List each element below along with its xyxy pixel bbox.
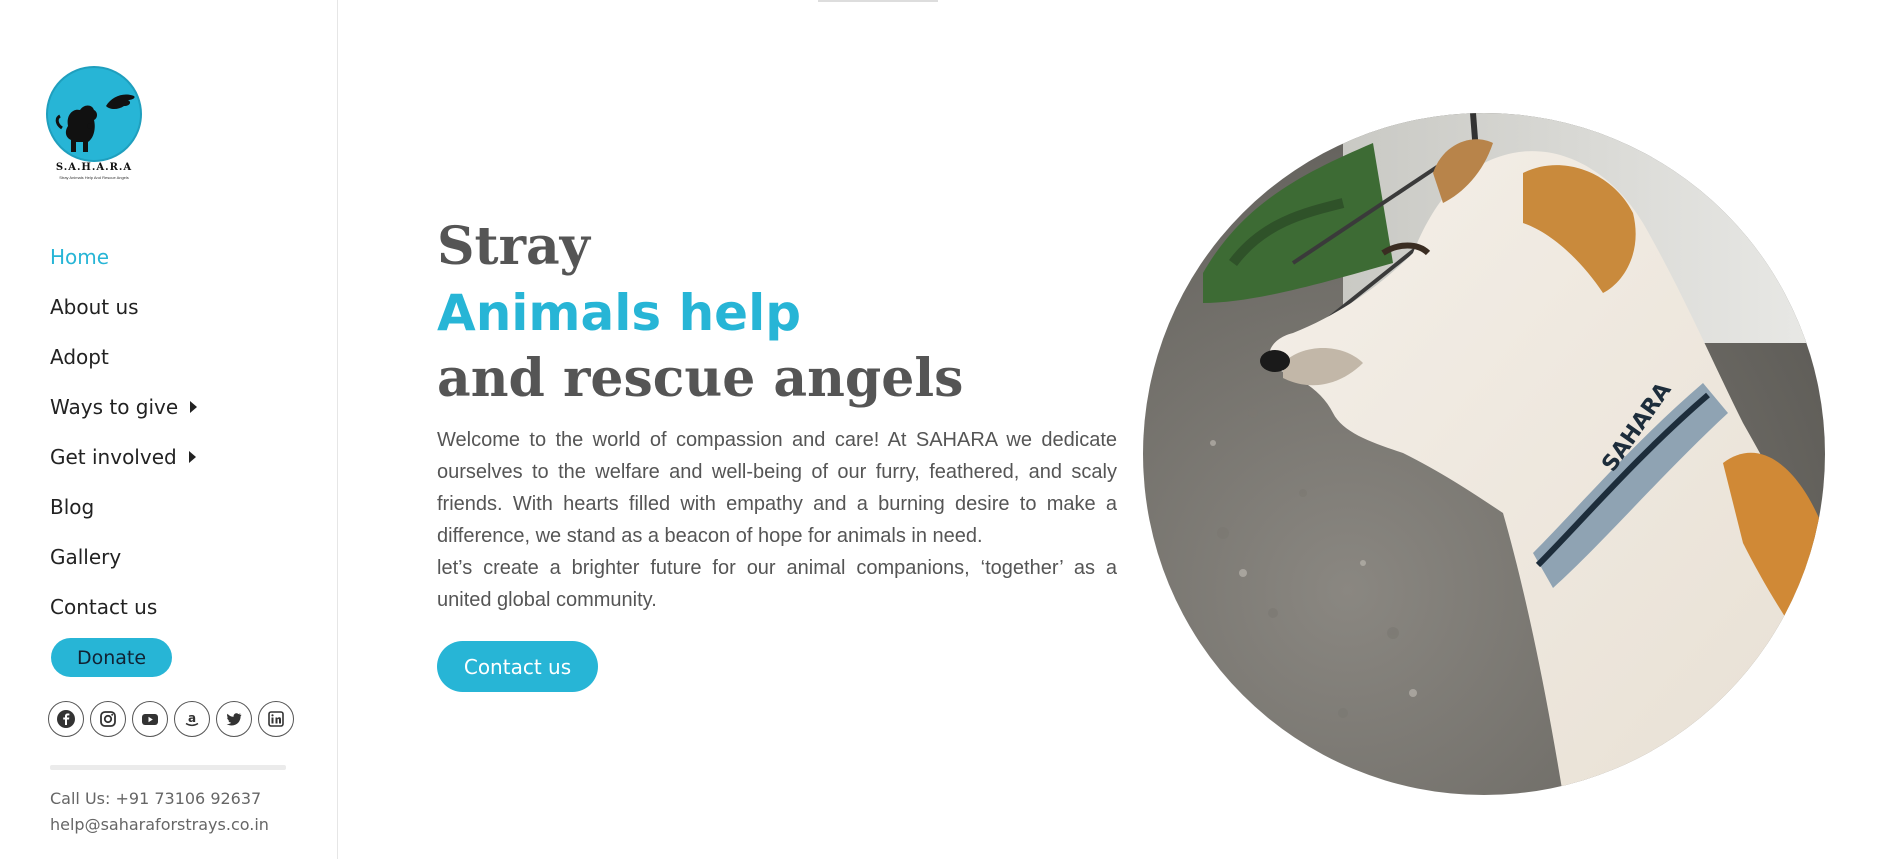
sidebar-divider [50, 765, 286, 770]
top-decoration [818, 0, 938, 2]
caret-right-icon [188, 451, 196, 463]
hero-paragraph-1: Welcome to the world of compassion and c… [437, 429, 1117, 547]
nav-item-about-us[interactable]: About us [50, 282, 197, 332]
main-nav: Home About us Adopt Ways to give Get inv… [50, 232, 198, 632]
facebook-icon[interactable] [48, 701, 84, 737]
caret-right-icon [190, 401, 198, 413]
phone-text: Call Us: +91 73106 92637 [50, 789, 262, 808]
logo-name: S.A.H.A.R.A [55, 162, 133, 173]
nav-label: Gallery [50, 545, 122, 569]
nav-item-adopt[interactable]: Adopt [50, 332, 197, 382]
amazon-icon[interactable]: a [174, 701, 210, 737]
nav-label: About us [50, 295, 139, 319]
email-link[interactable]: help@saharaforstrays.co.in [50, 815, 269, 834]
contact-us-button[interactable]: Contact us [437, 641, 598, 692]
nav-label: Home [50, 245, 110, 269]
nav-item-contact-us[interactable]: Contact us [50, 582, 197, 632]
nav-label: Get involved [50, 445, 177, 469]
twitter-icon[interactable] [216, 701, 252, 737]
nav-label: Blog [50, 495, 95, 519]
nav-item-get-involved[interactable]: Get involved [50, 432, 197, 482]
svg-text:a: a [188, 711, 196, 725]
hero-description: Welcome to the world of compassion and c… [437, 424, 1117, 616]
logo[interactable]: S.A.H.A.R.A Stray Animals Help And Rescu… [44, 66, 144, 182]
social-links: a [48, 701, 294, 737]
nav-label: Ways to give [50, 395, 179, 419]
sidebar: S.A.H.A.R.A Stray Animals Help And Rescu… [0, 0, 338, 859]
hero-heading-line-1: Stray [437, 216, 590, 277]
hero-paragraph-2: let’s create a brighter future for our a… [437, 557, 1117, 611]
logo-emblem [46, 66, 142, 162]
logo-tagline: Stray Animals Help And Rescue Angels [59, 175, 129, 180]
nav-item-ways-to-give[interactable]: Ways to give [50, 382, 198, 432]
youtube-icon[interactable] [132, 701, 168, 737]
nav-item-home[interactable]: Home [50, 232, 197, 282]
hero-heading-accent: Animals help [437, 284, 802, 342]
nav-label: Contact us [50, 595, 158, 619]
nav-item-gallery[interactable]: Gallery [50, 532, 197, 582]
hero-dog-photo: SAHARA [1143, 113, 1825, 795]
hero-heading-line-3: and rescue angels [437, 348, 964, 409]
nav-item-blog[interactable]: Blog [50, 482, 197, 532]
hero-heading: Stray Animals help and rescue angels [437, 214, 963, 412]
nav-label: Adopt [50, 345, 109, 369]
linkedin-icon[interactable] [258, 701, 294, 737]
page: S.A.H.A.R.A Stray Animals Help And Rescu… [0, 0, 1896, 859]
instagram-icon[interactable] [90, 701, 126, 737]
donate-button[interactable]: Donate [51, 638, 172, 677]
